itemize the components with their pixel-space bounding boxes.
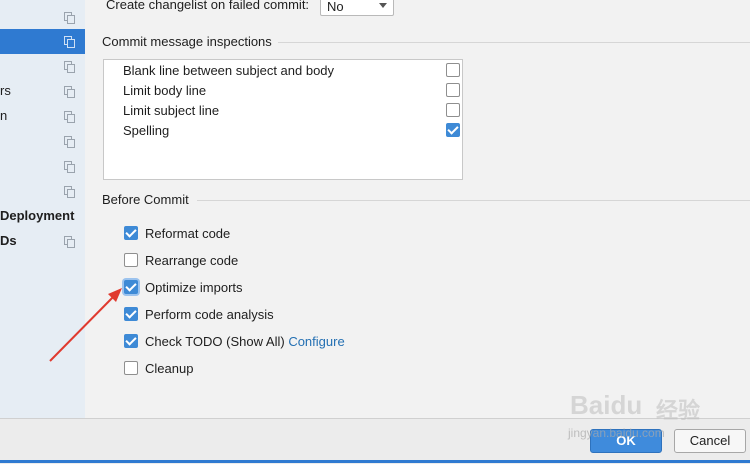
ok-button[interactable]: OK xyxy=(590,429,662,453)
dialog-footer: OK Cancel xyxy=(0,418,750,464)
annotation-arrow-icon xyxy=(49,288,122,362)
cancel-button[interactable]: Cancel xyxy=(674,429,746,453)
